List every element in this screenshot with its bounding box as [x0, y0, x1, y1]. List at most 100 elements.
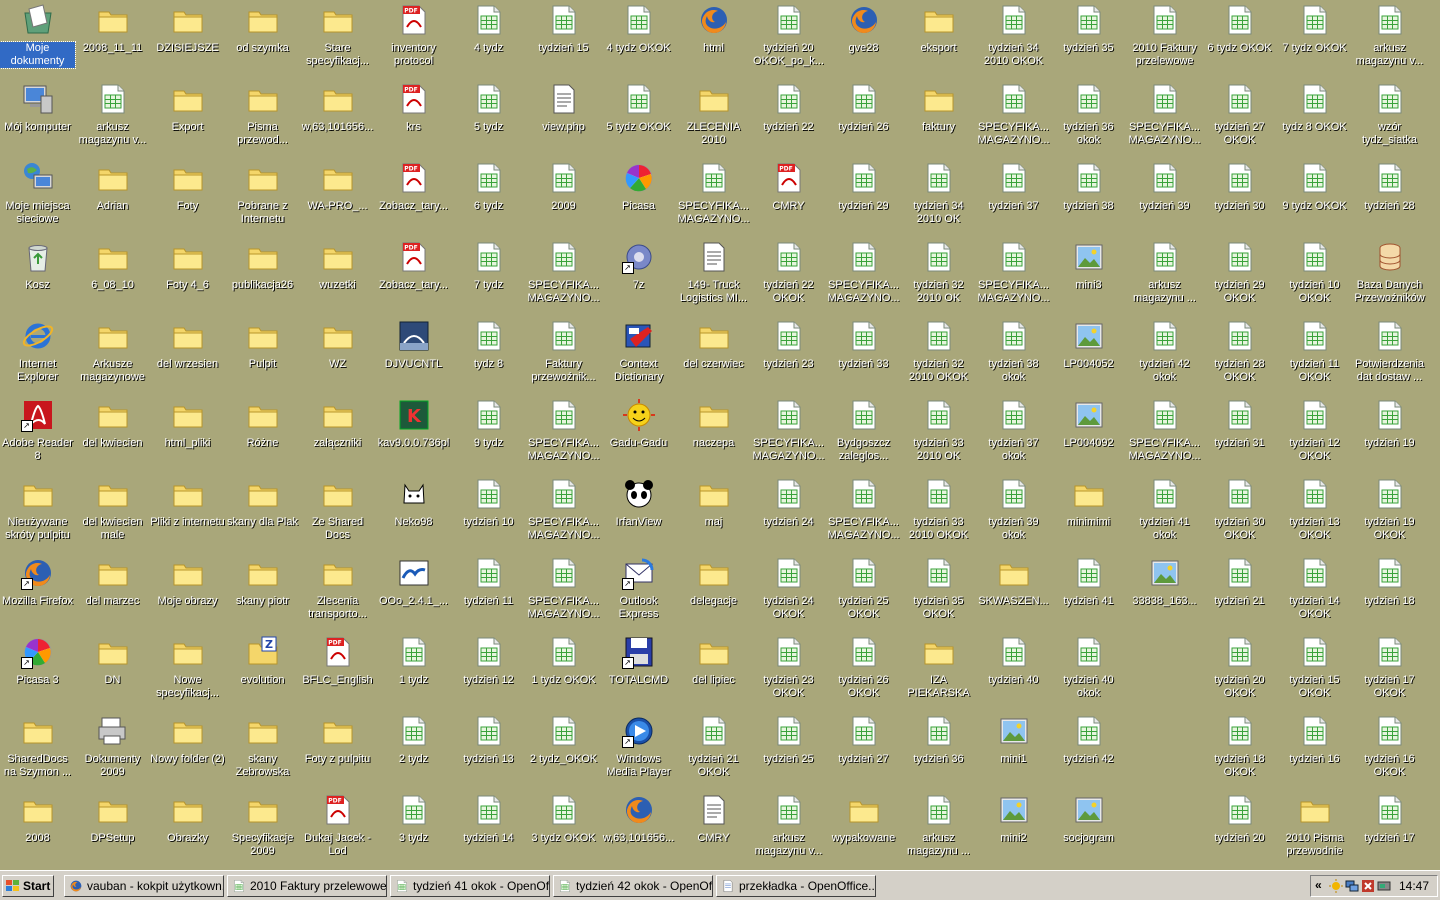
desktop-icon-w-63-101656[interactable]: w,63,101656...: [601, 790, 676, 869]
desktop-icon-2009[interactable]: 2009: [526, 158, 601, 237]
desktop-icon-cmry[interactable]: PDF CMRY: [751, 158, 826, 237]
desktop-icon-specyfikacje-2009[interactable]: Specyfikacje 2009: [225, 790, 300, 869]
desktop-icon-tydzien-16[interactable]: tydzień 16: [1277, 711, 1352, 790]
desktop-icon-mini1[interactable]: mini1: [976, 711, 1051, 790]
desktop-icon-33838-163[interactable]: 33838_163...: [1127, 553, 1202, 632]
desktop-icon-tydzien-41[interactable]: tydzień 41: [1051, 553, 1126, 632]
desktop-icon-tydzien-15[interactable]: tydzień 15: [526, 0, 601, 79]
desktop-icon-tydzien-20-okok-po-k[interactable]: tydzień 20 OKOK_po_k...: [751, 0, 826, 79]
desktop-icon-tydzien-16-okok[interactable]: tydzień 16 OKOK: [1352, 711, 1427, 790]
desktop-icon-3-tydz-okok[interactable]: 3 tydz OKOK: [526, 790, 601, 869]
desktop-icon-tydzien-30[interactable]: tydzień 30: [1202, 158, 1277, 237]
desktop-icon-adobe-reader-8[interactable]: ↗ Adobe Reader 8: [0, 395, 75, 474]
desktop-icon-1-tydz-okok[interactable]: 1 tydz OKOK: [526, 632, 601, 711]
desktop-icon-tydzien-21[interactable]: tydzień 21: [1202, 553, 1277, 632]
desktop-icon-6-tydz-okok[interactable]: 6 tydz OKOK: [1202, 0, 1277, 79]
desktop-icon-kosz[interactable]: Kosz: [0, 237, 75, 316]
desktop-icon-inventory-protocol[interactable]: PDF inventory protocol: [376, 0, 451, 79]
taskbar-button-vauban-kokpit-uzytkown[interactable]: vauban - kokpit użytkown...: [64, 875, 224, 897]
desktop-icon-4-tydz-okok[interactable]: 4 tydz OKOK: [601, 0, 676, 79]
desktop-icon-tydzien-34-2010-ok[interactable]: tydzień 34 2010 OK: [901, 158, 976, 237]
desktop-icon-tydzien-18-okok[interactable]: tydzień 18 OKOK: [1202, 711, 1277, 790]
desktop-icon-za-aczniki[interactable]: załączniki: [300, 395, 375, 474]
desktop-icon-tydzien-10-okok[interactable]: tydzień 10 OKOK: [1277, 237, 1352, 316]
desktop-icon-tydzien-42[interactable]: tydzień 42: [1051, 711, 1126, 790]
desktop-icon-arkusz-magazynu-v[interactable]: arkusz magazynu v...: [1352, 0, 1427, 79]
desktop-icon-specyfika-magazyno[interactable]: SPECYFIKA... MAGAZYNO...: [1127, 395, 1202, 474]
desktop-icon-tydzien-17[interactable]: tydzień 17: [1352, 790, 1427, 869]
desktop-icon-windows-media-player[interactable]: ↗ Windows Media Player: [601, 711, 676, 790]
desktop-icon-potwierdzenia-dat-dostaw[interactable]: Potwierdzenia dat dostaw ...: [1352, 316, 1427, 395]
desktop-icon-bydgoszcz-zaleglos[interactable]: Bydgoszcz zaleglos...: [826, 395, 901, 474]
taskbar-button-tydzien-42-okok-openof[interactable]: tydzień 42 okok - OpenOf...: [553, 875, 713, 897]
desktop-icon-tydzien-36[interactable]: tydzień 36: [901, 711, 976, 790]
desktop-icon-tydzien-19[interactable]: tydzień 19: [1352, 395, 1427, 474]
desktop-icon-bflc-english[interactable]: PDF BFLC_English: [300, 632, 375, 711]
desktop-icon-3-tydz[interactable]: 3 tydz: [376, 790, 451, 869]
desktop-icon-2-tydz-okok[interactable]: 2 tydz_OKOK: [526, 711, 601, 790]
taskbar-button-2010-faktury-przelewowe[interactable]: 2010 Faktury przelewowe...: [227, 875, 387, 897]
desktop-icon-tydz-8-okok[interactable]: tydz 8 OKOK: [1277, 79, 1352, 158]
desktop-icon-del-wrzesien[interactable]: del wrzesien: [150, 316, 225, 395]
desktop-icon-delegacje[interactable]: delegacje: [676, 553, 751, 632]
desktop-icon-tydzien-13-okok[interactable]: tydzień 13 OKOK: [1277, 474, 1352, 553]
desktop-icon-zobacz-tary[interactable]: PDF Zobacz_tary...: [376, 237, 451, 316]
taskbar-button-przek-adka-openoffice[interactable]: przekładka - OpenOffice....: [716, 875, 876, 897]
desktop-icon-2-tydz[interactable]: 2 tydz: [376, 711, 451, 790]
desktop-icon-foty[interactable]: Foty: [150, 158, 225, 237]
desktop-icon-149-truck-logistics-mi[interactable]: 149- Truck Logistics MI...: [676, 237, 751, 316]
desktop-icon-wz[interactable]: WZ: [300, 316, 375, 395]
desktop-icon-moj-komputer[interactable]: Mój komputer: [0, 79, 75, 158]
desktop-icon-tydzien-40[interactable]: tydzień 40: [976, 632, 1051, 711]
desktop-icon-del-kwiecien-male[interactable]: del kwiecien male: [75, 474, 150, 553]
desktop-icon-del-marzec[interactable]: del marzec: [75, 553, 150, 632]
desktop-icon-specyfika-magazyno[interactable]: SPECYFIKA... MAGAZYNO...: [1127, 79, 1202, 158]
desktop-icon-tydzien-10[interactable]: tydzień 10: [451, 474, 526, 553]
desktop-icon-gadu-gadu[interactable]: Gadu-Gadu: [601, 395, 676, 474]
desktop-icon-tydzien-24-okok[interactable]: tydzień 24 OKOK: [751, 553, 826, 632]
desktop-icon-moje-obrazy[interactable]: Moje obrazy: [150, 553, 225, 632]
desktop-icon-tydzien-21-okok[interactable]: tydzień 21 OKOK: [676, 711, 751, 790]
desktop-icon-skwaszen[interactable]: SKWASZEN...: [976, 553, 1051, 632]
desktop-icon-tydzien-32-2010-ok[interactable]: tydzień 32 2010 OK: [901, 237, 976, 316]
network-tray-icon[interactable]: [1345, 879, 1359, 893]
desktop-icon-7-tydz-okok[interactable]: 7 tydz OKOK: [1277, 0, 1352, 79]
desktop-icon-tydzien-37[interactable]: tydzień 37: [976, 158, 1051, 237]
desktop-icon-dokumenty-2009[interactable]: Dokumenty 2009: [75, 711, 150, 790]
desktop-icon-maj[interactable]: maj: [676, 474, 751, 553]
desktop-icon-dzisiejsze[interactable]: DZISIEJSZE: [150, 0, 225, 79]
desktop-icon-tydzien-23[interactable]: tydzień 23: [751, 316, 826, 395]
desktop-icon-tydzien-27-okok[interactable]: tydzień 27 OKOK: [1202, 79, 1277, 158]
desktop-icon-specyfika-magazyno[interactable]: SPECYFIKA... MAGAZYNO...: [826, 237, 901, 316]
desktop-icon-tydzien-41-okok[interactable]: tydzień 41 okok: [1127, 474, 1202, 553]
desktop-icon-1-tydz[interactable]: 1 tydz: [376, 632, 451, 711]
desktop-icon-wypakowane[interactable]: wypakowane: [826, 790, 901, 869]
antivirus-tray-icon[interactable]: [1361, 879, 1375, 893]
desktop-icon-tydzien-33-2010-okok[interactable]: tydzień 33 2010 OKOK: [901, 474, 976, 553]
desktop-icon-tydz-8[interactable]: tydz 8: [451, 316, 526, 395]
desktop-icon-lp004052[interactable]: LP004052: [1051, 316, 1126, 395]
desktop-icon-5-tydz[interactable]: 5 tydz: [451, 79, 526, 158]
desktop-icon-nieuzywane-skroty-pulpitu[interactable]: Nieużywane skróty pulpitu: [0, 474, 75, 553]
desktop-icon-publikacja26[interactable]: publikacja26: [225, 237, 300, 316]
desktop-icon-2008-11-11[interactable]: 2008_11_11: [75, 0, 150, 79]
desktop-icon-dn[interactable]: DN: [75, 632, 150, 711]
desktop-icon-foty-z-pulpitu[interactable]: Foty z pulpitu: [300, 711, 375, 790]
desktop-icon-evolution[interactable]: Zevolution: [225, 632, 300, 711]
desktop-icon-specyfika-magazyno[interactable]: SPECYFIKA... MAGAZYNO...: [526, 474, 601, 553]
desktop-icon-tydzien-24[interactable]: tydzień 24: [751, 474, 826, 553]
desktop-icon-picasa-3[interactable]: ↗ Picasa 3: [0, 632, 75, 711]
desktop-icon-tydzien-29-okok[interactable]: tydzień 29 OKOK: [1202, 237, 1277, 316]
desktop-icon-pobrane-z-internetu[interactable]: Pobrane z Internetu: [225, 158, 300, 237]
desktop-icon-specyfika-magazyno[interactable]: SPECYFIKA... MAGAZYNO...: [976, 237, 1051, 316]
desktop-icon-tydzien-35-okok[interactable]: tydzień 35 OKOK: [901, 553, 976, 632]
desktop-icon-socjogram[interactable]: socjogram: [1051, 790, 1126, 869]
desktop-icon-faktury-przewoznik[interactable]: Faktury przewoźnik...: [526, 316, 601, 395]
desktop-icon-wzor-tydz-siatka[interactable]: wzór tydz_siatka: [1352, 79, 1427, 158]
desktop-icon-moje-dokumenty[interactable]: Moje dokumenty: [0, 0, 76, 79]
desktop-icon-tydzien-38[interactable]: tydzień 38: [1051, 158, 1126, 237]
desktop-icon-specyfika-magazyno[interactable]: SPECYFIKA... MAGAZYNO...: [526, 237, 601, 316]
desktop-icon-nowe-specyfikacj[interactable]: Nowe specyfikacj...: [150, 632, 225, 711]
desktop-icon-6-08-10[interactable]: 6_08_10: [75, 237, 150, 316]
desktop-icon-tydzien-35[interactable]: tydzień 35: [1051, 0, 1126, 79]
